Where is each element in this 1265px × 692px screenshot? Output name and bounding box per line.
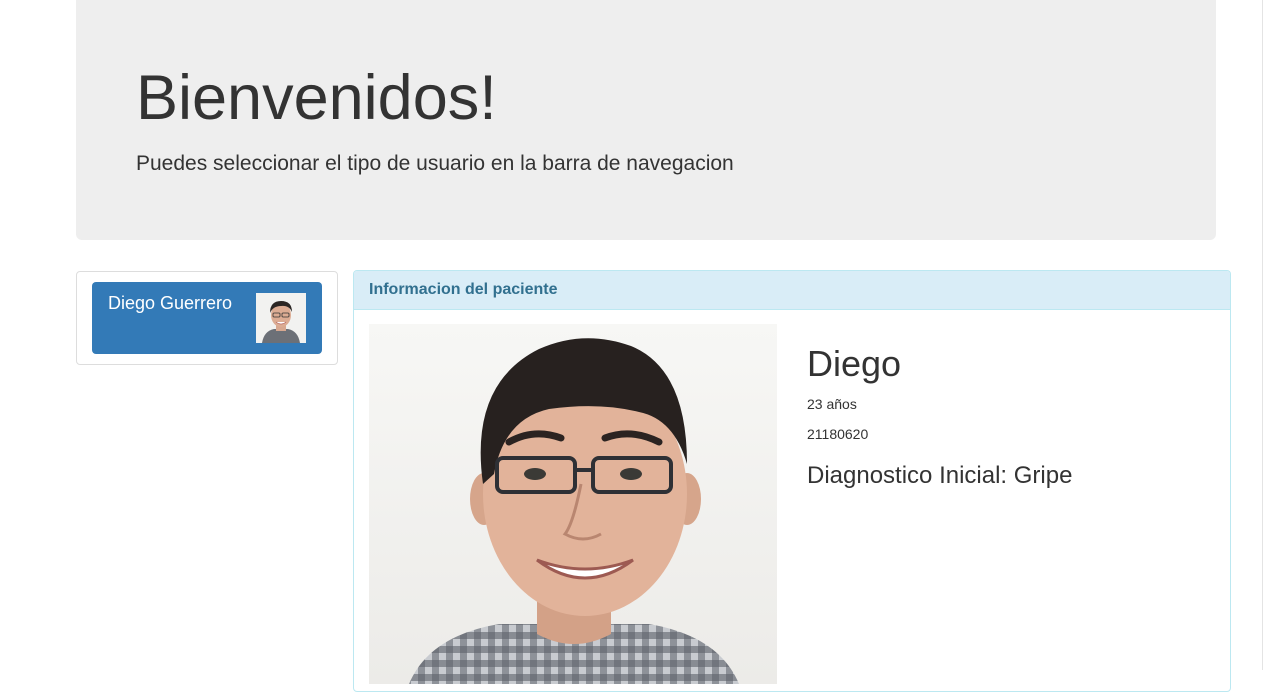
patient-list-item[interactable]: Diego Guerrero <box>92 282 322 354</box>
patient-photo <box>369 324 777 684</box>
patient-id-number: 21180620 <box>807 426 869 442</box>
welcome-title: Bienvenidos! <box>136 63 497 133</box>
patient-list: Diego Guerrero <box>76 271 338 365</box>
welcome-subtitle: Puedes seleccionar el tipo de usuario en… <box>136 152 734 175</box>
page-scrollbar-edge <box>1262 0 1263 670</box>
patient-avatar <box>256 293 306 343</box>
panel-title: Informacion del paciente <box>369 281 558 298</box>
welcome-jumbotron: Bienvenidos! Puedes seleccionar el tipo … <box>76 0 1216 240</box>
patient-age: 23 años <box>807 396 857 412</box>
patient-info-panel: Informacion del paciente Diego 23 años 2… <box>353 270 1231 692</box>
patient-diagnosis: Diagnostico Inicial: Gripe <box>807 462 1073 489</box>
patient-list-item-name: Diego Guerrero <box>108 293 233 313</box>
panel-heading: Informacion del paciente <box>354 271 1230 310</box>
patient-name: Diego <box>807 343 902 384</box>
